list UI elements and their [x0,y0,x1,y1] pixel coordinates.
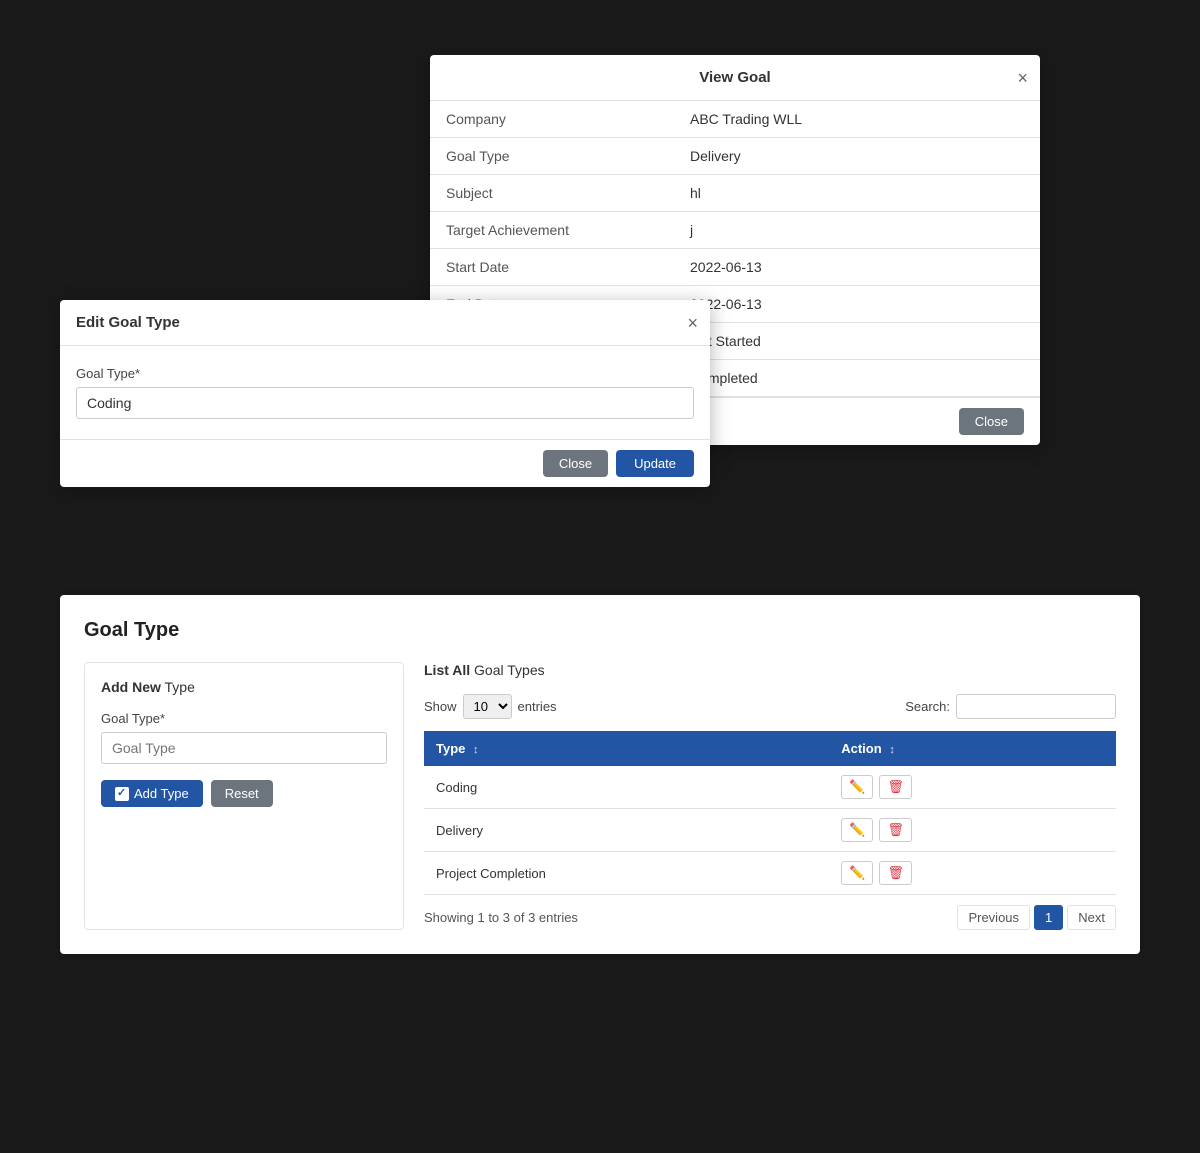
list-section: List All Goal Types Show 10 25 50 entrie… [424,662,1116,930]
action-btns: ✏️ 🗑 [841,861,1104,885]
edit-goal-close-btn[interactable]: Close [543,450,608,477]
table-row: Coding ✏️ 🗑 [424,766,1116,809]
field-value-subject: hl [674,175,1040,212]
main-goal-type-panel: Goal Type Add New Type Goal Type* Add Ty… [60,595,1140,954]
previous-page-btn[interactable]: Previous [957,905,1030,930]
list-section-title: List All Goal Types [424,662,1116,678]
view-goal-close-btn[interactable]: Close [959,408,1024,435]
field-value-not-started: Not Started [674,323,1040,360]
checkbox-icon [115,787,129,801]
sort-icon-type: ↕ [473,744,479,756]
type-cell: Delivery [424,809,829,852]
edit-goal-modal-footer: Close Update [60,439,710,487]
search-row: Search: [905,694,1116,719]
table-row: Delivery ✏️ 🗑 [424,809,1116,852]
table-row: Start Date 2022-06-13 [430,249,1040,286]
table-footer: Showing 1 to 3 of 3 entries Previous 1 N… [424,905,1116,930]
edit-goal-title: Edit Goal Type [76,314,180,331]
panel-content: Add New Type Goal Type* Add Type Reset L… [84,662,1116,930]
edit-row-btn[interactable]: ✏️ [841,861,873,885]
add-goal-type-label: Goal Type* [101,711,387,726]
table-row: Company ABC Trading WLL [430,101,1040,138]
col-action: Action ↕ [829,731,1116,766]
add-new-section-title: Add New Type [101,679,387,695]
edit-goal-close-x-btn[interactable]: × [687,314,698,332]
edit-goal-type-input[interactable] [76,387,694,419]
edit-goal-modal: Edit Goal Type × Goal Type* Close Update [60,300,710,487]
table-row: Project Completion ✏️ 🗑 [424,852,1116,895]
next-page-btn[interactable]: Next [1067,905,1116,930]
edit-row-btn[interactable]: ✏️ [841,775,873,799]
delete-row-btn[interactable]: 🗑 [879,818,912,842]
view-goal-modal-header: View Goal × [430,55,1040,101]
field-value-completed: Completed [674,360,1040,397]
field-label-company: Company [430,101,674,138]
field-value-goal-type: Delivery [674,138,1040,175]
view-goal-title: View Goal [699,69,770,86]
field-label-subject: Subject [430,175,674,212]
action-cell: ✏️ 🗑 [829,809,1116,852]
add-new-section: Add New Type Goal Type* Add Type Reset [84,662,404,930]
edit-row-btn[interactable]: ✏️ [841,818,873,842]
type-cell: Project Completion [424,852,829,895]
edit-goal-update-btn[interactable]: Update [616,450,694,477]
field-value-start-date: 2022-06-13 [674,249,1040,286]
field-label-start-date: Start Date [430,249,674,286]
show-entries-control: Show 10 25 50 entries [424,694,557,719]
field-label-target: Target Achievement [430,212,674,249]
field-value-target: j [674,212,1040,249]
reset-btn[interactable]: Reset [211,780,273,807]
field-value-end-date: 2022-06-13 [674,286,1040,323]
edit-goal-modal-header: Edit Goal Type × [60,300,710,346]
edit-goal-modal-body: Goal Type* [60,346,710,439]
col-type: Type ↕ [424,731,829,766]
field-value-company: ABC Trading WLL [674,101,1040,138]
table-header-row: Type ↕ Action ↕ [424,731,1116,766]
action-btns: ✏️ 🗑 [841,818,1104,842]
table-row: Target Achievement j [430,212,1040,249]
search-input[interactable] [956,694,1116,719]
showing-entries-text: Showing 1 to 3 of 3 entries [424,910,578,925]
action-cell: ✏️ 🗑 [829,852,1116,895]
view-goal-close-x-btn[interactable]: × [1017,69,1028,87]
list-header-row: Show 10 25 50 entries Search: [424,694,1116,719]
show-entries-select[interactable]: 10 25 50 [463,694,512,719]
action-cell: ✏️ 🗑 [829,766,1116,809]
add-goal-type-input[interactable] [101,732,387,764]
edit-goal-type-label: Goal Type* [76,366,694,381]
delete-row-btn[interactable]: 🗑 [879,775,912,799]
delete-row-btn[interactable]: 🗑 [879,861,912,885]
sort-icon-action: ↕ [889,744,895,756]
table-row: Goal Type Delivery [430,138,1040,175]
goal-types-table: Type ↕ Action ↕ Coding ✏️ 🗑 [424,731,1116,895]
page-1-btn[interactable]: 1 [1034,905,1063,930]
panel-title: Goal Type [84,619,1116,642]
add-type-btn[interactable]: Add Type [101,780,203,807]
pagination: Previous 1 Next [957,905,1116,930]
action-btns: ✏️ 🗑 [841,775,1104,799]
add-btn-row: Add Type Reset [101,780,387,807]
table-row: Subject hl [430,175,1040,212]
type-cell: Coding [424,766,829,809]
field-label-goal-type: Goal Type [430,138,674,175]
